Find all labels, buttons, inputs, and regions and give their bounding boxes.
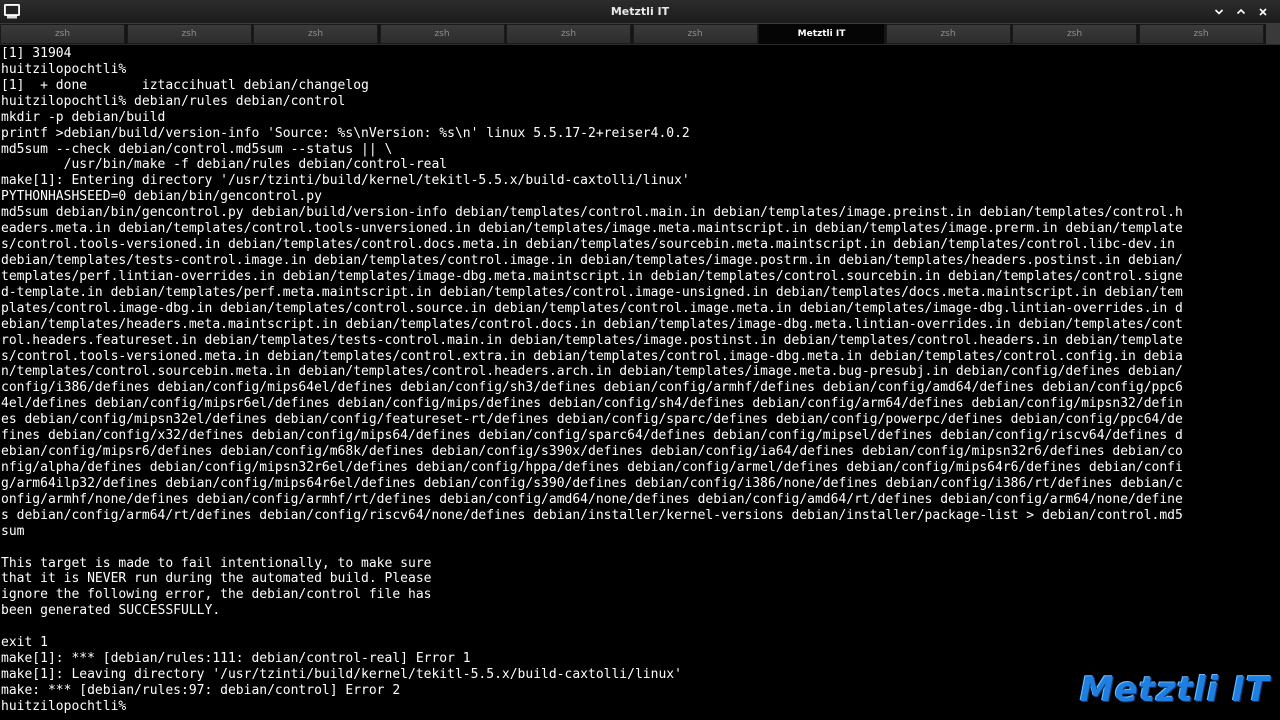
terminal-line: n/templates/control.sourcebin.meta.in de… [1,364,1183,380]
terminal-line: eaders.meta.in debian/templates/control.… [1,221,1183,237]
tab[interactable]: zsh [379,24,505,44]
close-button[interactable] [1252,1,1274,23]
terminal-line: onfig/armhf/none/defines debian/config/a… [1,491,1183,507]
terminal-line: s/control.tools-versioned.meta.in debian… [1,348,1183,364]
terminal-line: PYTHONHASHSEED=0 debian/bin/gencontrol.p… [1,189,322,205]
terminal-line: [1] 31904 [1,46,72,61]
new-tab-button[interactable] [1266,24,1280,44]
terminal-line: printf >debian/build/version-info 'Sourc… [1,125,690,141]
terminal-line: rol.headers.featureset.in debian/templat… [1,332,1183,348]
terminal-viewport[interactable]: [1] 31904 huitzilopochtli% [1] + done izta… [0,45,1280,720]
tab[interactable]: zsh [506,24,631,44]
terminal-line: md5sum --check debian/control.md5sum --s… [1,141,393,157]
title-bar[interactable]: Metztli IT [0,0,1280,24]
tab[interactable]: zsh [253,24,378,44]
terminal-line: es debian/config/mipsn32el/defines debia… [1,412,1183,428]
terminal-line: plates/control.image-dbg.in debian/templ… [1,300,1183,316]
minimize-button[interactable] [1208,1,1230,23]
terminal-line: md5sum debian/bin/gencontrol.py debian/b… [1,205,1183,221]
terminal-line: ignore the following error, the debian/c… [1,587,432,603]
tab-active[interactable]: Metztli IT [759,24,884,44]
window-controls [1208,0,1274,24]
terminal-line: huitzilopochtli% debian/rules debian/con… [1,93,346,109]
tab[interactable]: zsh [632,24,758,44]
terminal-line: huitzilopochtli% [1,61,127,77]
terminal-line: 4el/defines debian/config/mipsr6el/defin… [1,396,1183,412]
terminal-line: make[1]: Entering directory '/usr/tzinti… [1,173,690,189]
window-title: Metztli IT [610,5,670,18]
terminal-line: config/i386/defines debian/config/mips64… [1,380,1183,396]
terminal-line: nfig/alpha/defines debian/config/mipsn32… [1,459,1183,475]
tab[interactable]: zsh [126,24,252,44]
terminal-line: This target is made to fail intentionall… [1,555,432,571]
terminal-line: ebian/templates/headers.meta.maintscript… [1,316,1183,332]
terminal-line: d-template.in debian/templates/perf.meta… [1,284,1183,300]
metztli-logo: Metztli IT [1079,670,1270,710]
terminal-line: s debian/config/arm64/rt/defines debian/… [1,507,1183,523]
tab-bar: zsh zsh zsh zsh zsh zsh Metztli IT zsh zsh zsh [0,24,1280,45]
terminal-line: ebian/config/mipsr6/defines debian/confi… [1,444,1183,460]
tab[interactable]: zsh [885,24,1011,44]
terminal-line: sum [1,523,25,539]
terminal-line: that it is NEVER run during the automate… [1,571,432,587]
terminal-line: debian/templates/tests-control.image.in … [1,252,1183,268]
maximize-button[interactable] [1230,1,1252,23]
tab[interactable]: zsh [1012,24,1137,44]
terminal-line: make[1]: *** [debian/rules:111: debian/c… [1,651,471,667]
terminal-line: /usr/bin/make -f debian/rules debian/con… [1,157,448,173]
terminal-line: templates/perf.lintian-overrides.in debi… [1,268,1183,284]
tab[interactable]: zsh [0,24,125,44]
terminal-line: exit 1 [1,635,48,651]
chevron-down-icon [1214,9,1224,15]
terminal-line: fines debian/config/x32/defines debian/c… [1,428,1183,444]
terminal-line: [1] + done iztaccihuatl debian/changelog [1,77,369,93]
terminal-line: mkdir -p debian/build [1,109,166,125]
terminal-window: Metztli IT zsh zsh zsh zsh zsh zsh Metztli IT z… [0,0,1280,720]
terminal-output[interactable]: [1] 31904 huitzilopochtli% [1] + done izta… [1,46,1277,715]
terminal-line: s/control.tools-versioned.in debian/temp… [1,237,1175,253]
tab[interactable]: zsh [1138,24,1264,44]
terminal-line: g/arm64ilp32/defines debian/config/mips6… [1,475,1183,491]
close-icon [1259,8,1267,16]
terminal-line: been generated SUCCESSFULLY. [1,603,221,619]
chevron-up-icon [1236,8,1246,15]
